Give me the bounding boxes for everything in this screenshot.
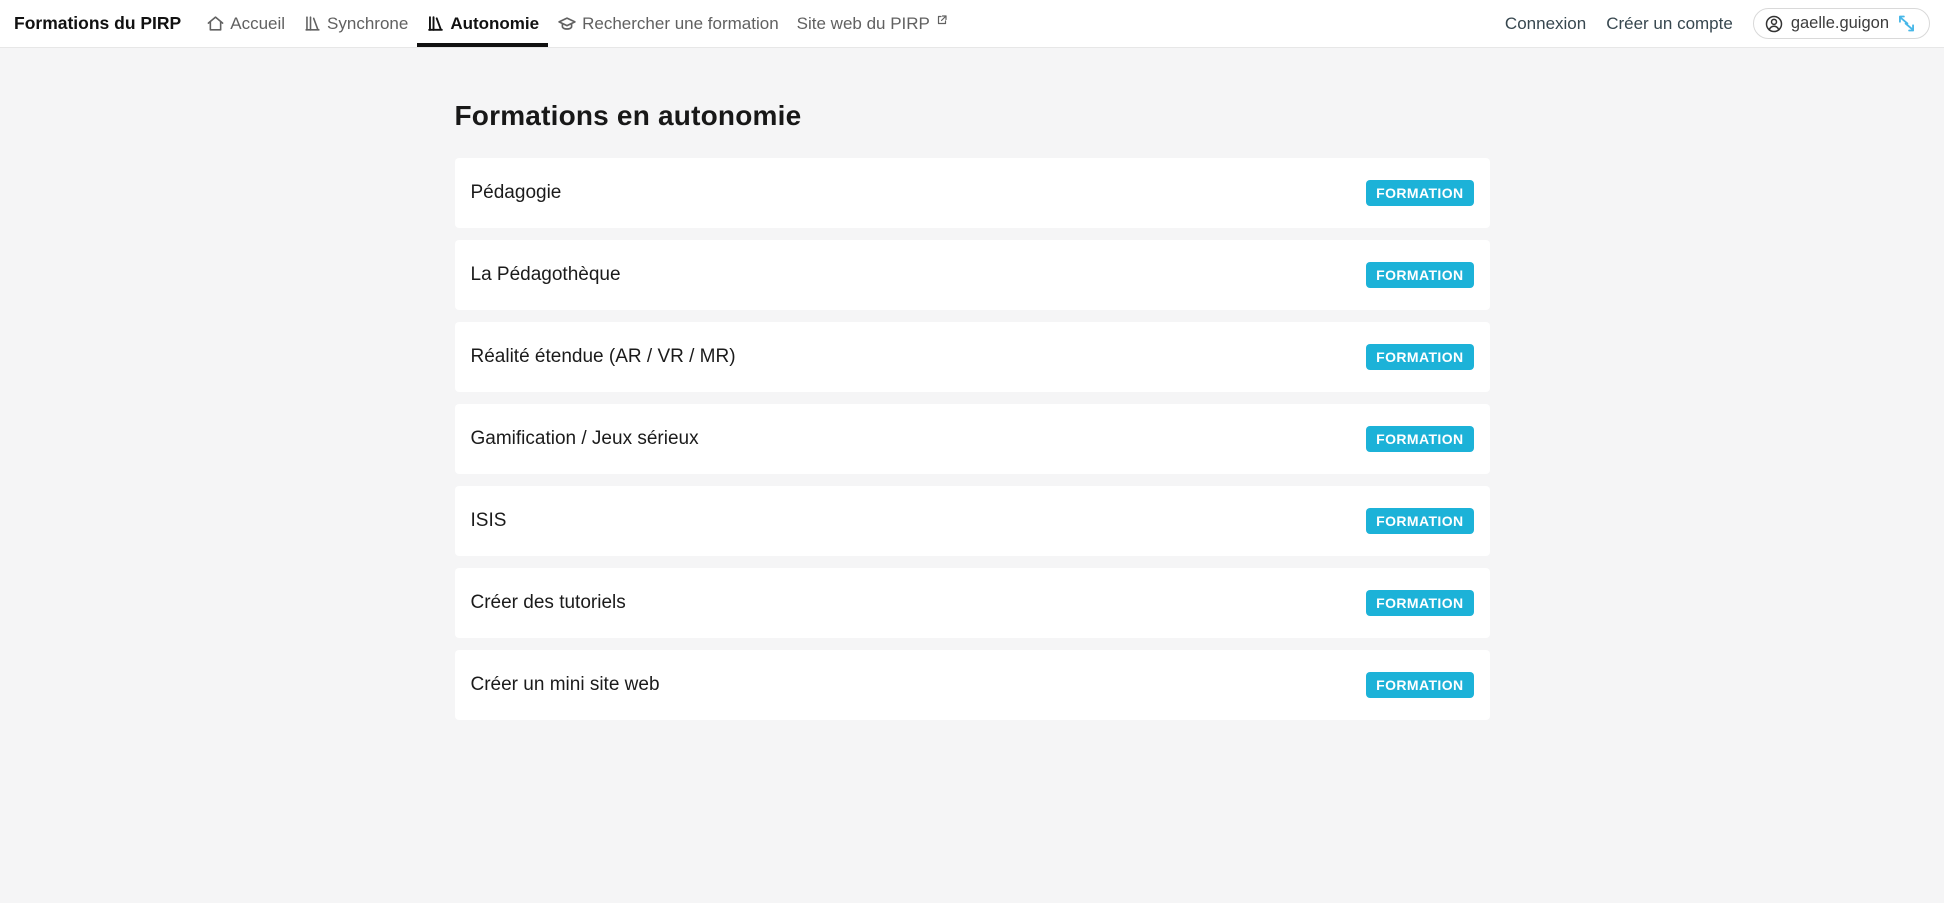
course-card-pedagotheque[interactable]: La Pédagothèque FORMATION — [455, 240, 1490, 310]
user-circle-icon — [1764, 14, 1784, 34]
nav-label: Site web du PIRP — [797, 14, 930, 34]
switch-user-icon — [1896, 13, 1917, 34]
page-title: Formations en autonomie — [455, 100, 1490, 132]
brand-title[interactable]: Formations du PIRP — [14, 0, 181, 47]
course-title: Créer un mini site web — [471, 674, 660, 696]
nav-label: Rechercher une formation — [582, 14, 779, 34]
books-icon — [303, 14, 322, 33]
books-icon — [426, 14, 445, 33]
user-chip[interactable]: gaelle.guigon — [1753, 8, 1930, 39]
formation-badge: FORMATION — [1366, 344, 1473, 370]
signup-link[interactable]: Créer un compte — [1606, 14, 1733, 34]
course-card-isis[interactable]: ISIS FORMATION — [455, 486, 1490, 556]
nav-item-autonomie[interactable]: Autonomie — [417, 0, 548, 47]
nav-label: Synchrone — [327, 14, 408, 34]
nav-item-accueil[interactable]: Accueil — [197, 0, 294, 47]
nav-label: Autonomie — [450, 14, 539, 34]
course-title: La Pédagothèque — [471, 264, 621, 286]
header-actions: Connexion Créer un compte gaelle.guigon — [1505, 0, 1930, 47]
formation-badge: FORMATION — [1366, 180, 1473, 206]
nav-item-rechercher[interactable]: Rechercher une formation — [548, 0, 788, 47]
main-nav: Accueil Synchrone Autonomie — [197, 0, 957, 47]
nav-label: Accueil — [230, 14, 285, 34]
course-title: ISIS — [471, 510, 507, 532]
course-card-gamification[interactable]: Gamification / Jeux sérieux FORMATION — [455, 404, 1490, 474]
formation-badge: FORMATION — [1366, 426, 1473, 452]
nav-item-synchrone[interactable]: Synchrone — [294, 0, 417, 47]
username-label: gaelle.guigon — [1791, 14, 1889, 33]
formation-badge: FORMATION — [1366, 508, 1473, 534]
login-link[interactable]: Connexion — [1505, 14, 1586, 34]
course-title: Gamification / Jeux sérieux — [471, 428, 699, 450]
course-title: Pédagogie — [471, 182, 562, 204]
formation-badge: FORMATION — [1366, 672, 1473, 698]
nav-item-site-web-pirp[interactable]: Site web du PIRP — [788, 0, 957, 47]
course-card-mini-site-web[interactable]: Créer un mini site web FORMATION — [455, 650, 1490, 720]
formation-badge: FORMATION — [1366, 262, 1473, 288]
course-card-pedagogie[interactable]: Pédagogie FORMATION — [455, 158, 1490, 228]
top-navbar: Formations du PIRP Accueil Synchrone — [0, 0, 1944, 48]
course-title: Réalité étendue (AR / VR / MR) — [471, 346, 736, 368]
external-link-icon — [936, 14, 948, 26]
course-card-realite-etendue[interactable]: Réalité étendue (AR / VR / MR) FORMATION — [455, 322, 1490, 392]
course-title: Créer des tutoriels — [471, 592, 626, 614]
home-icon — [206, 14, 225, 33]
graduation-cap-icon — [557, 14, 577, 34]
course-card-tutoriels[interactable]: Créer des tutoriels FORMATION — [455, 568, 1490, 638]
formation-badge: FORMATION — [1366, 590, 1473, 616]
page-body: Formations en autonomie Pédagogie FORMAT… — [0, 48, 1944, 720]
